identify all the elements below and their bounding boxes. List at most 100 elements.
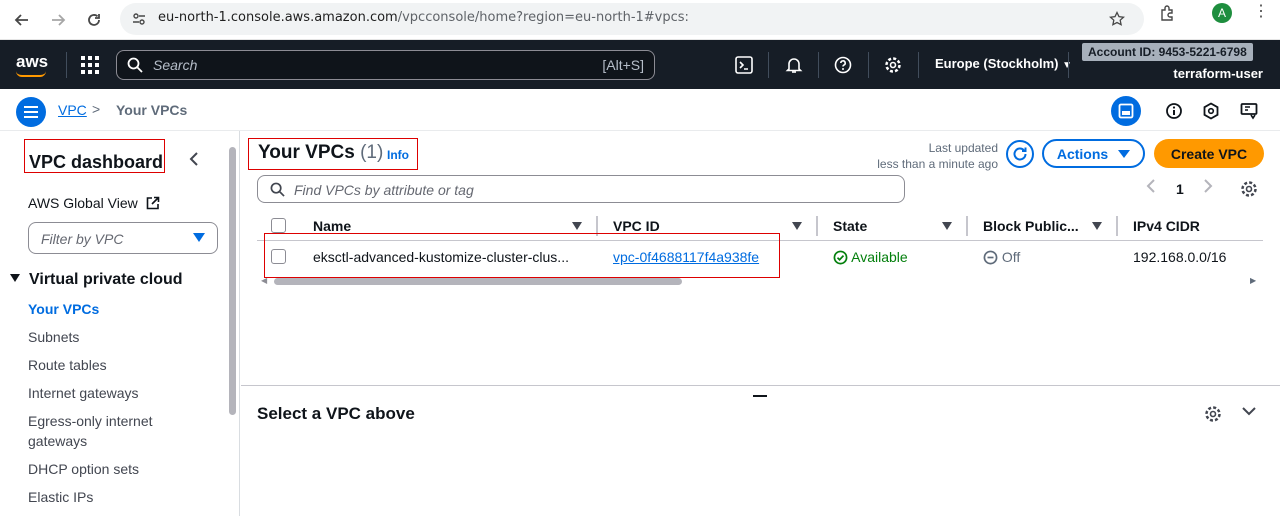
sort-caret-icon[interactable]: [792, 222, 802, 230]
header-divider: [768, 52, 769, 78]
security-panel-icon[interactable]: [1200, 100, 1222, 122]
sidebar-item-dhcp-option-sets[interactable]: DHCP option sets: [28, 459, 198, 479]
split-panel-resize-handle[interactable]: [753, 395, 767, 397]
sort-caret-icon[interactable]: [1092, 222, 1102, 230]
help-icon[interactable]: [832, 54, 854, 76]
page-title-text: Your VPCs: [258, 142, 355, 163]
sidebar-item-internet-gateways[interactable]: Internet gateways: [28, 383, 198, 403]
column-header-vpc-id[interactable]: VPC ID: [613, 218, 660, 234]
refresh-icon: [1013, 147, 1027, 161]
account-user-menu[interactable]: terraform-user: [1173, 66, 1263, 81]
state-value: Available: [851, 249, 908, 265]
page-title: Your VPCs (1): [258, 142, 383, 164]
search-icon: [127, 57, 143, 73]
section-expand-icon: [10, 274, 20, 282]
sort-caret-icon[interactable]: [942, 222, 952, 230]
header-divider: [66, 52, 67, 78]
column-resizer[interactable]: [816, 216, 818, 236]
url-path: /vpcconsole/home?region=eu-north-1#vpcs:: [397, 10, 689, 25]
sidebar-item-your-vpcs[interactable]: Your VPCs: [28, 299, 198, 319]
row-select-checkbox[interactable]: [271, 249, 286, 264]
sidebar-item-egress-only-internet-gateways[interactable]: Egress-only internet gateways: [28, 411, 168, 451]
sidebar-item-route-tables[interactable]: Route tables: [28, 355, 198, 375]
account-id-badge[interactable]: Account ID: 9453-5221-6798: [1082, 43, 1253, 61]
cloudshell-icon[interactable]: [733, 54, 755, 76]
table-horizontal-scrollbar[interactable]: [274, 278, 682, 285]
aws-logo[interactable]: aws: [16, 52, 48, 72]
navigation-menu-button[interactable]: [16, 97, 46, 127]
header-divider: [868, 52, 869, 78]
feedback-panel-icon[interactable]: [1238, 100, 1260, 122]
caret-down-icon: [1118, 149, 1131, 158]
info-panel-icon[interactable]: [1163, 100, 1185, 122]
cell-ipv4-cidr: 192.168.0.0/16: [1133, 249, 1227, 265]
find-vpcs-input[interactable]: Find VPCs by attribute or tag: [257, 175, 905, 203]
search-placeholder: Search: [153, 57, 198, 73]
site-settings-icon[interactable]: [132, 12, 146, 26]
column-resizer[interactable]: [1116, 216, 1118, 236]
aws-logo-smile: [16, 71, 46, 77]
extensions-icon[interactable]: [1159, 4, 1177, 22]
back-icon[interactable]: [10, 8, 34, 32]
scroll-left-arrow-icon[interactable]: ◀: [261, 276, 267, 285]
cell-block-public-access: Off: [983, 249, 1020, 265]
services-grid-icon[interactable]: [80, 55, 100, 75]
sidebar-item-elastic-ips[interactable]: Elastic IPs: [28, 487, 198, 507]
bookmark-star-icon[interactable]: [1109, 11, 1125, 27]
breadcrumb-separator: >: [92, 101, 101, 117]
column-resizer[interactable]: [966, 216, 968, 236]
header-divider: [818, 52, 819, 78]
cell-vpc-id: vpc-0f4688117f4a938fe: [613, 249, 759, 265]
split-panel-toggle[interactable]: [1111, 96, 1141, 126]
select-all-checkbox[interactable]: [271, 218, 286, 233]
browser-menu-icon[interactable]: ⋮: [1253, 4, 1269, 20]
actions-label: Actions: [1056, 145, 1109, 162]
sidebar-section-virtual-private-cloud[interactable]: Virtual private cloud: [10, 271, 183, 289]
reload-icon[interactable]: [82, 8, 106, 32]
collapse-sidebar-chevron-icon[interactable]: [188, 151, 200, 172]
scroll-right-arrow-icon[interactable]: ▶: [1250, 276, 1256, 285]
split-panel-settings-gear-icon[interactable]: [1204, 405, 1222, 423]
column-header-ipv4-cidr[interactable]: IPv4 CIDR: [1133, 218, 1200, 234]
sidebar-item-subnets[interactable]: Subnets: [28, 327, 198, 347]
settings-gear-icon[interactable]: [882, 54, 904, 76]
forward-icon[interactable]: [46, 8, 70, 32]
global-view-label: AWS Global View: [28, 195, 138, 211]
global-search-input[interactable]: Search [Alt+S]: [116, 50, 655, 80]
aws-global-view-link[interactable]: AWS Global View: [28, 195, 160, 211]
region-selector[interactable]: Europe (Stockholm) ▼: [935, 56, 1072, 71]
actions-dropdown-button[interactable]: Actions: [1042, 139, 1145, 168]
table-preferences-gear-icon[interactable]: [1240, 180, 1260, 200]
previous-page-chevron-icon[interactable]: [1146, 179, 1156, 198]
current-page-number[interactable]: 1: [1176, 181, 1184, 197]
region-label: Europe (Stockholm): [935, 56, 1059, 71]
split-panel-collapse-chevron-icon[interactable]: [1241, 404, 1257, 420]
next-page-chevron-icon[interactable]: [1203, 179, 1213, 198]
cell-vpc-name: eksctl-advanced-kustomize-cluster-clus..…: [313, 249, 569, 265]
create-vpc-button[interactable]: Create VPC: [1154, 139, 1264, 168]
filter-by-vpc-select[interactable]: Filter by VPC: [28, 222, 218, 254]
sidebar-title[interactable]: VPC dashboard: [29, 152, 163, 173]
status-off-icon: [983, 250, 998, 265]
address-bar[interactable]: eu-north-1.console.aws.amazon.com/vpccon…: [120, 3, 1144, 35]
search-icon: [270, 182, 285, 197]
profile-avatar[interactable]: A: [1212, 3, 1232, 23]
status-success-icon: [833, 250, 848, 265]
breadcrumb-vpc-link[interactable]: VPC: [58, 102, 87, 118]
header-divider: [1068, 52, 1069, 78]
sort-caret-icon[interactable]: [572, 222, 582, 230]
sidebar-scrollbar[interactable]: [229, 147, 236, 415]
vpc-id-link[interactable]: vpc-0f4688117f4a938fe: [613, 249, 759, 265]
column-header-block-public-access[interactable]: Block Public...: [983, 218, 1079, 234]
side-navigation: VPC dashboard AWS Global View Filter by …: [0, 131, 240, 516]
refresh-button[interactable]: [1006, 140, 1034, 168]
column-header-name[interactable]: Name: [313, 218, 351, 234]
last-updated-status: Last updated less than a minute ago: [872, 140, 998, 172]
column-header-state[interactable]: State: [833, 218, 867, 234]
info-link[interactable]: Info: [387, 148, 409, 162]
section-label: Virtual private cloud: [29, 271, 183, 288]
last-updated-value: less than a minute ago: [877, 157, 998, 171]
url-host: eu-north-1.console.aws.amazon.com: [158, 10, 398, 25]
notifications-bell-icon[interactable]: [783, 54, 805, 76]
find-placeholder: Find VPCs by attribute or tag: [294, 182, 474, 198]
